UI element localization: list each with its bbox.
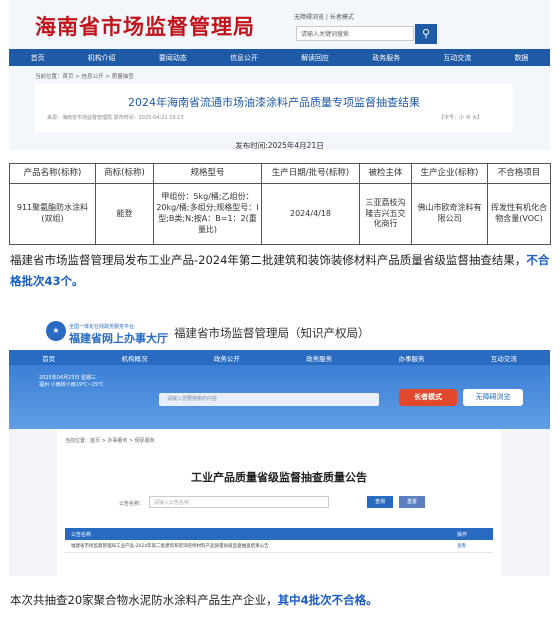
list-header-name: 公告名称 (71, 532, 92, 538)
search-icon[interactable]: ⚲ (415, 24, 437, 44)
nav-item-home[interactable]: 首页 (31, 53, 45, 63)
fujian-nav: 首页 机构概况 政务公开 政务服务 办事服务 互动交流 (9, 350, 550, 365)
article-title: 2024年海南省流通市场油漆涂料产品质量专项监督抽查结果 (128, 96, 420, 109)
th-product: 产品名称(标称) (9, 163, 96, 184)
hainan-article-header: 2024年海南省流通市场油漆涂料产品质量专项监督抽查结果 来源：海南省市场监督管… (35, 84, 513, 132)
cell-date: 2024/4/18 (261, 183, 360, 245)
nav-item-org[interactable]: 机构介绍 (88, 53, 116, 63)
nav-item-interact[interactable]: 互动交流 (491, 353, 517, 363)
cell-inspected: 三亚荔枝沟隆吉兴五交化商行 (359, 183, 412, 245)
bureau-name: 福建省市场监督管理局（知识产权局） (174, 326, 370, 340)
cell-product: 911聚氨酯防水涂料(双组) (9, 183, 96, 245)
paragraph-text: 本次共抽查20家聚合物水泥防水涂料产品生产企业， (10, 593, 278, 607)
nav-item-response[interactable]: 解读回应 (301, 53, 329, 63)
nav-item-info[interactable]: 信息公开 (230, 53, 258, 63)
fujian-search-input[interactable]: 请输入您要搜索的内容 (159, 393, 379, 406)
paragraph-inspection-summary: 本次共抽查20家聚合物水泥防水涂料产品生产企业，其中4批次不合格。 (10, 590, 550, 611)
paragraph-text: 福建省市场监督管理局发布工业产品-2024年第二批建筑和装饰装修材料产品质量省级… (10, 253, 527, 267)
th-brand: 商标(标称) (95, 163, 154, 184)
list-item[interactable]: 福建省市场监督管理局工业产品-2024年第二批建筑和装饰装修材料产品质量省级监督… (65, 540, 493, 553)
th-date: 生产日期/批号(标称) (261, 163, 360, 184)
font-size-switch[interactable]: 【字号：小 中 大】 (439, 114, 482, 121)
table-row: 911聚氨酯防水涂料(双组) 能登 甲组份：5kg/桶;乙组份：20kg/桶;多… (9, 183, 551, 245)
fujian-banner: 2025年04月23日 星期三 福州 小雨转小雨19℃~25℃ 请输入您要搜索的… (9, 365, 550, 429)
hainan-nav: 首页 机构介绍 要闻动态 信息公开 解读回应 政务服务 互动交流 数据 (9, 49, 550, 66)
fujian-screenshot: ★ 全国一体化在线政务服务平台 福建省网上办事大厅 福建省市场监督管理局（知识产… (9, 313, 550, 576)
nav-item-public[interactable]: 政务公开 (214, 353, 240, 363)
hainan-search-input[interactable]: 请输入关键词搜索 (296, 26, 414, 41)
th-inspected: 被检主体 (359, 163, 412, 184)
table-header-row: 产品名称(标称) 商标(标称) 规格型号 生产日期/批号(标称) 被检主体 生产… (9, 163, 551, 184)
banner-date-weather: 2025年04月23日 星期三 福州 小雨转小雨19℃~25℃ (39, 375, 104, 388)
nav-item-news[interactable]: 要闻动态 (159, 53, 187, 63)
breadcrumb: 当前位置：首页 > 办事服务 > 便民服务 (65, 438, 155, 444)
nav-item-services[interactable]: 政务服务 (306, 353, 332, 363)
results-table: 产品名称(标称) 商标(标称) 规格型号 生产日期/批号(标称) 被检主体 生产… (9, 163, 551, 245)
paragraph-fujian-summary: 福建省市场监督管理局发布工业产品-2024年第二批建筑和装饰装修材料产品质量省级… (10, 250, 550, 292)
nav-item-interact[interactable]: 互动交流 (443, 53, 471, 63)
list-item-title[interactable]: 福建省市场监督管理局工业产品-2024年第二批建筑和装饰装修材料产品质量省级监督… (71, 543, 269, 549)
nav-item-services[interactable]: 政务服务 (372, 53, 400, 63)
hainan-logo: 海南省市场监督管理局 (35, 14, 255, 39)
nav-item-home[interactable]: 首页 (42, 353, 55, 363)
announcement-name-input[interactable]: 请输入公告名称 (149, 496, 329, 508)
nav-item-org[interactable]: 机构概况 (121, 353, 147, 363)
cell-manufacturer: 佛山市欧奇涂料有限公司 (411, 183, 488, 245)
reset-button[interactable]: 重置 (399, 496, 425, 508)
cell-brand: 能登 (95, 183, 154, 245)
hainan-top-links[interactable]: 无障碍浏览 | 长者模式 (294, 12, 354, 21)
paragraph-highlight: 其中4批次不合格。 (277, 593, 378, 607)
emblem-icon: ★ (46, 321, 66, 341)
th-manufacturer: 生产企业(标称) (411, 163, 488, 184)
accessibility-button[interactable]: 无障碍浏览 (463, 389, 523, 406)
query-label: 公告名称： (119, 501, 145, 507)
query-button[interactable]: 查询 (367, 496, 393, 508)
list-header: 公告名称 操作 (65, 528, 493, 540)
cell-failed-item: 挥发性有机化合物含量(VOC) (487, 183, 551, 245)
fujian-brand[interactable]: 福建省网上办事大厅 (69, 330, 168, 346)
page-title: 工业产品质量省级监督抽查质量公告 (191, 471, 367, 484)
article-meta: 来源：海南省市场监督管理局 发布时间：2025-04-21 10:13 (47, 115, 184, 121)
th-failed-item: 不合格项目 (487, 163, 551, 184)
publish-date: 发布时间:2025年4月21日 (235, 141, 324, 150)
nav-item-data[interactable]: 数据 (514, 53, 528, 63)
fujian-content-panel: 当前位置：首页 > 办事服务 > 便民服务 工业产品质量省级监督抽查质量公告 公… (57, 429, 501, 576)
cell-spec: 甲组份：5kg/桶;乙组份：20kg/桶;多组分;规格型号：I型;B类;N;按A… (153, 183, 262, 245)
elder-mode-button[interactable]: 长者模式 (399, 389, 457, 406)
hainan-screenshot: 海南省市场监督管理局 无障碍浏览 | 长者模式 请输入关键词搜索 ⚲ 首页 机构… (9, 0, 550, 150)
th-spec: 规格型号 (153, 163, 262, 184)
list-header-op: 操作 (457, 532, 468, 538)
view-link[interactable]: 查看 (457, 543, 466, 549)
platform-name: 全国一体化在线政务服务平台 (69, 324, 135, 330)
nav-item-handle[interactable]: 办事服务 (398, 353, 424, 363)
breadcrumb: 当前位置：首页 > 信息公开 > 质量抽查 (35, 74, 134, 80)
